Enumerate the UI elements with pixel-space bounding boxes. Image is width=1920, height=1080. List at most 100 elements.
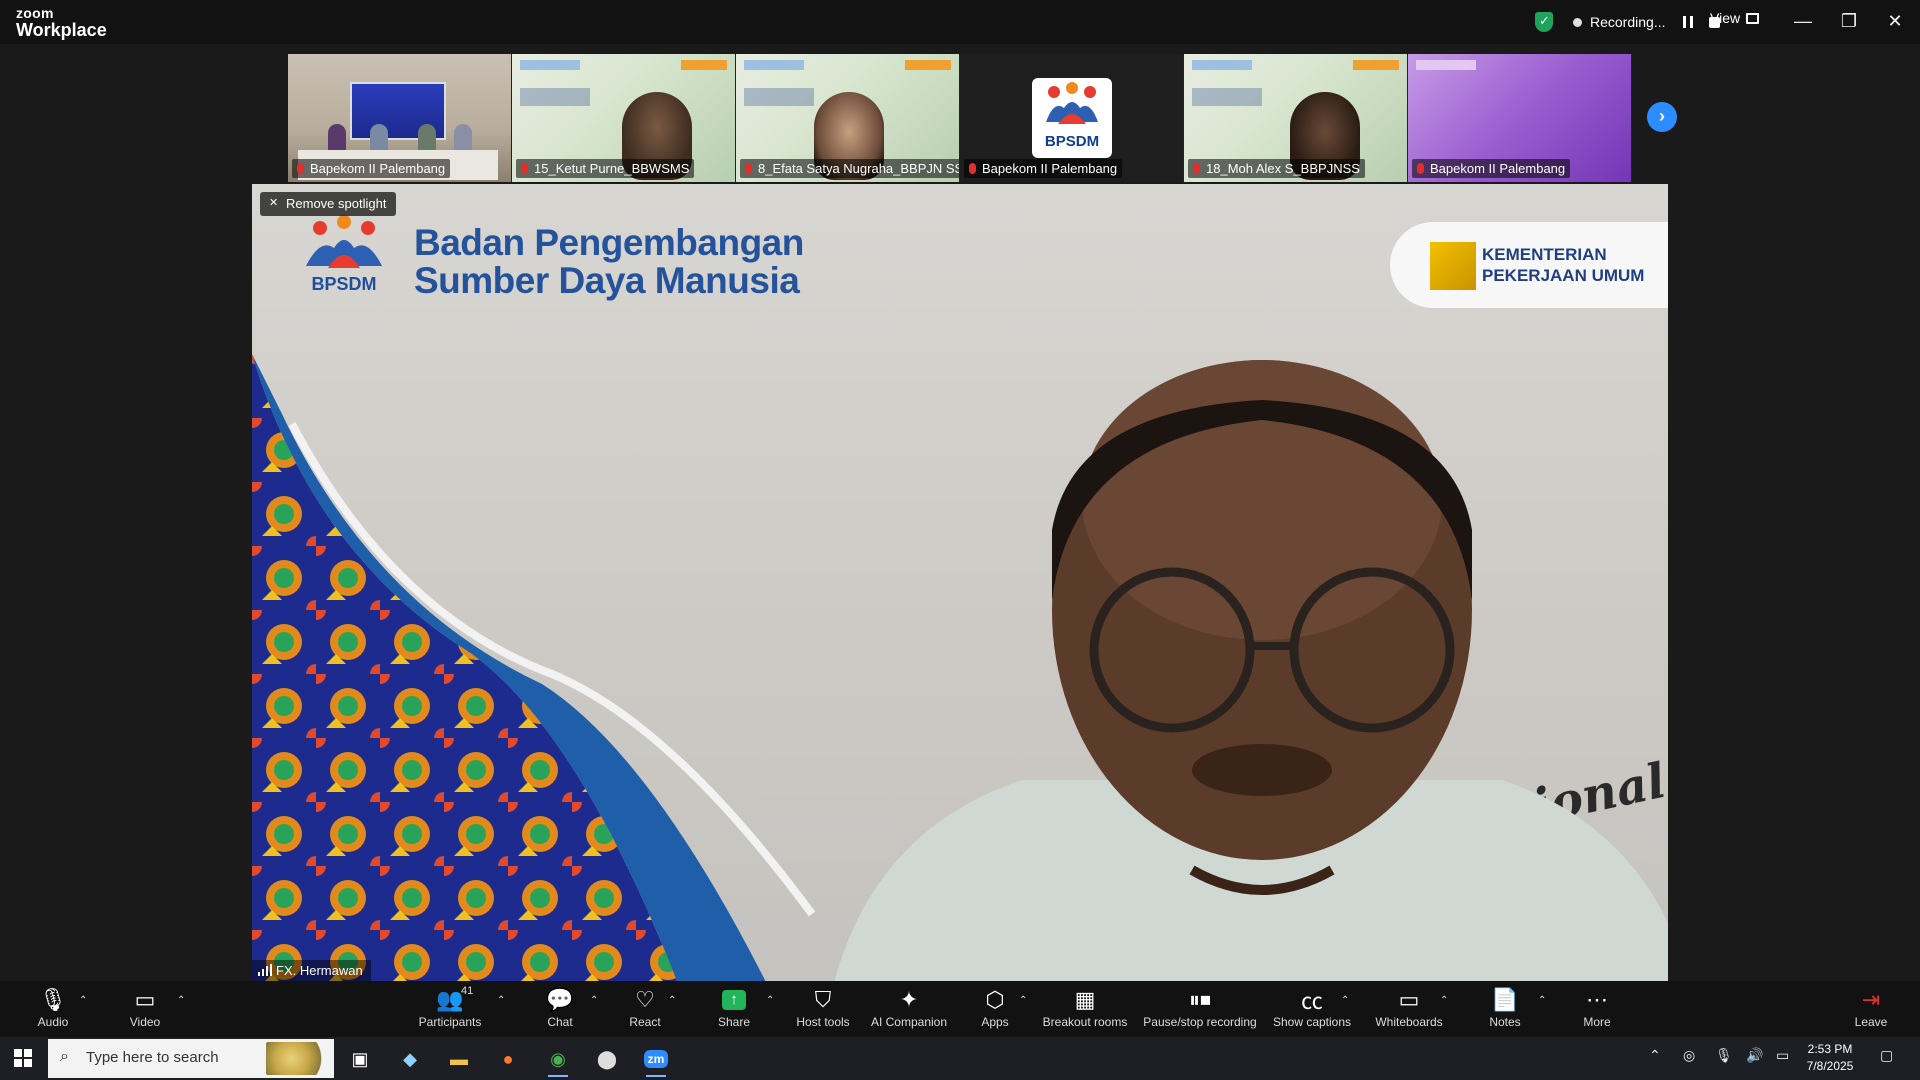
notes-label: Notes [1489, 1015, 1521, 1029]
ministry-name: KEMENTERIAN PEKERJAAN UMUM [1482, 244, 1644, 286]
pause-stop-recording-button[interactable]: ⏸⏹ Pause/stop recording [1140, 987, 1260, 1037]
ai-companion-button[interactable]: ✦ AI Companion [866, 987, 952, 1037]
task-view-icon[interactable]: ▣ [338, 1041, 382, 1077]
breakout-rooms-icon: ▦ [1074, 987, 1096, 1012]
chat-caret-icon[interactable]: ⌃ [590, 995, 598, 1006]
minimize-icon[interactable]: — [1780, 6, 1826, 36]
bpsdm-avatar: BPSDM [1032, 78, 1112, 158]
react-caret-icon[interactable]: ⌃ [668, 995, 676, 1006]
firefox-icon[interactable]: ● [486, 1041, 530, 1077]
ministry-logo-box: KEMENTERIAN PEKERJAAN UMUM [1390, 222, 1668, 308]
shield-icon: ⛉ [814, 987, 832, 1012]
system-clock[interactable]: 2:53 PM 7/8/2025 [1800, 1041, 1860, 1075]
chat-button[interactable]: 💬 Chat [535, 987, 585, 1037]
share-button[interactable]: ↑ Share [709, 987, 759, 1037]
whiteboards-caret-icon[interactable]: ⌃ [1440, 995, 1448, 1006]
more-ellipsis-icon: ⋯ [1586, 987, 1608, 1012]
participant-tile[interactable]: Bapekom II Palembang [1408, 54, 1632, 182]
video-options-caret-icon[interactable]: ⌃ [177, 995, 185, 1006]
participant-filmstrip: Bapekom II Palembang 15_Ketut Purne_BBWS… [288, 54, 1632, 182]
apps-button[interactable]: ⬡ Apps [970, 987, 1020, 1037]
participant-tile[interactable]: 8_Efata Satya Nugraha_BBPJN SS [736, 54, 960, 182]
participant-name: Bapekom II Palembang [1412, 159, 1571, 178]
video-button[interactable]: ▭ Video [120, 987, 170, 1037]
taskbar-search-box[interactable]: ⌕ Type here to search [48, 1039, 334, 1078]
participant-name: 15_Ketut Purne_BBWSMS [516, 159, 695, 178]
leave-button[interactable]: ⇥ Leave [1846, 987, 1896, 1037]
slide-header [1192, 60, 1252, 70]
participants-button[interactable]: 👥 41 Participants [415, 985, 485, 1037]
chevron-right-icon[interactable]: › [1647, 102, 1677, 132]
notes-icon: 📄 [1491, 987, 1519, 1012]
pu-emblem-icon [1430, 242, 1476, 290]
microphone-icon[interactable]: 🎙 [1715, 1047, 1733, 1064]
notifications-icon[interactable]: ▢ [1880, 1047, 1893, 1064]
restore-icon[interactable]: ❐ [1826, 6, 1872, 36]
batik-background-art [252, 354, 816, 981]
view-button[interactable]: View [1710, 10, 1760, 26]
participant-tile[interactable]: 15_Ketut Purne_BBWSMS [512, 54, 736, 182]
whiteboards-button[interactable]: ▭ Whiteboards [1369, 987, 1449, 1037]
more-label: More [1583, 1015, 1611, 1029]
chrome-icon[interactable]: ◉ [536, 1041, 580, 1077]
video-camera-icon: ▭ [134, 987, 156, 1012]
apps-label: Apps [981, 1015, 1009, 1029]
volume-icon[interactable]: 🔊 [1746, 1047, 1763, 1064]
network-icon[interactable]: ▭ [1776, 1047, 1789, 1064]
remove-spotlight-button[interactable]: Remove spotlight [260, 192, 397, 216]
banner-title: Badan Pengembangan Sumber Daya Manusia [414, 224, 804, 300]
zoom-app-badge: zm [643, 1050, 669, 1068]
slide-header-logo [1353, 60, 1399, 70]
participant-tile[interactable]: BPSDM Bapekom II Palembang [960, 54, 1184, 182]
slide-header [744, 60, 804, 70]
pause-recording-icon[interactable] [1683, 16, 1694, 28]
copilot-icon[interactable]: ◆ [388, 1041, 432, 1077]
recording-dot-icon [1573, 17, 1582, 27]
host-tools-button[interactable]: ⛉ Host tools [790, 987, 856, 1037]
encryption-shield-icon[interactable] [1535, 12, 1553, 32]
apps-icon: ⬡ [985, 987, 1005, 1012]
chat-bubble-icon: 💬 [546, 987, 574, 1012]
file-explorer-icon[interactable]: ▬ [437, 1041, 481, 1077]
avatar-text: BPSDM [1044, 133, 1100, 150]
speaker-name-label: FX. Hermawan [252, 960, 371, 981]
signal-bars-icon [258, 964, 272, 976]
apps-caret-icon[interactable]: ⌃ [1019, 995, 1027, 1006]
slide-header [520, 60, 580, 70]
pause-stop-recording-label: Pause/stop recording [1143, 1015, 1257, 1029]
participant-tile[interactable]: 18_Moh Alex S_BBPJNSS [1184, 54, 1408, 182]
notes-button[interactable]: 📄 Notes [1480, 987, 1530, 1037]
react-button[interactable]: ♡ React [620, 987, 670, 1037]
share-caret-icon[interactable]: ⌃ [766, 995, 774, 1006]
zoom-window: zoom Workplace Recording... View — ❐ ✕ B [0, 0, 1920, 1080]
audio-button[interactable]: 🎙 Audio [28, 987, 78, 1037]
logo-line1: zoom [16, 5, 54, 21]
app-icon[interactable]: ⬤ [585, 1041, 629, 1077]
participants-label: Participants [418, 1015, 482, 1029]
microphone-muted-icon: 🎙 [39, 987, 67, 1012]
notes-caret-icon[interactable]: ⌃ [1538, 995, 1546, 1006]
pause-stop-icon: ⏸⏹ [1188, 987, 1211, 1012]
slide-text [1192, 88, 1262, 106]
slide-header [1416, 60, 1476, 70]
close-icon[interactable]: ✕ [1872, 6, 1918, 36]
view-label: View [1710, 10, 1741, 26]
audio-options-caret-icon[interactable]: ⌃ [79, 995, 87, 1006]
participants-caret-icon[interactable]: ⌃ [497, 995, 505, 1006]
slide-text [744, 88, 814, 106]
speaker-name: FX. Hermawan [276, 963, 363, 978]
breakout-rooms-button[interactable]: ▦ Breakout rooms [1040, 987, 1130, 1037]
show-captions-label: Show captions [1272, 1015, 1352, 1029]
show-hidden-icons-icon[interactable]: ⌃ [1649, 1047, 1661, 1064]
zoom-taskbar-icon[interactable]: zm [634, 1041, 678, 1077]
participant-name: Bapekom II Palembang [964, 159, 1123, 178]
participants-icon: 👥 [436, 987, 464, 1012]
captions-caret-icon[interactable]: ⌃ [1341, 995, 1349, 1006]
more-button[interactable]: ⋯ More [1572, 987, 1622, 1037]
participant-tile[interactable]: Bapekom II Palembang [288, 54, 512, 182]
meet-now-icon[interactable]: ◎ [1683, 1047, 1695, 1064]
windows-start-icon[interactable] [14, 1049, 32, 1067]
ministry-line1: KEMENTERIAN [1482, 245, 1607, 264]
slide-header-logo [905, 60, 951, 70]
search-highlight-art [266, 1042, 330, 1075]
